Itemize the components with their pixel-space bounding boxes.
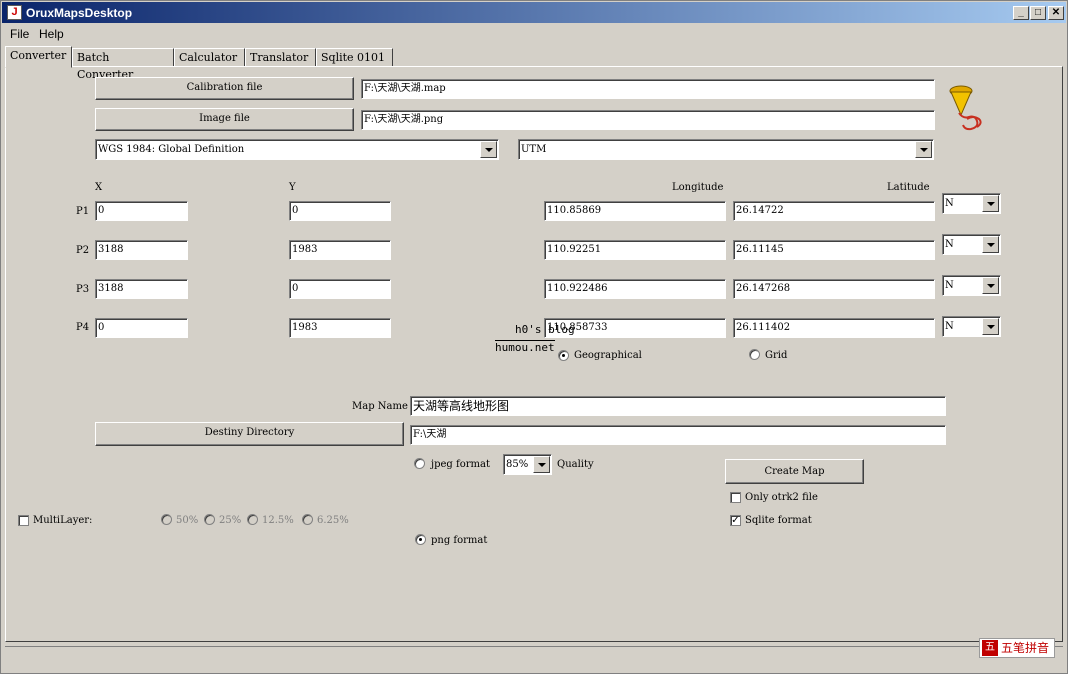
tab-translator[interactable]: Translator [245, 48, 316, 67]
jpeg-format-radio[interactable] [414, 458, 425, 469]
p1-y-field[interactable]: 0 [289, 201, 391, 221]
p4-latitude-field[interactable]: 26.111402 [733, 318, 935, 338]
tab-batch-converter[interactable]: Batch Converter [72, 48, 174, 81]
geographical-radio[interactable] [558, 350, 569, 361]
point-label: P3 [76, 284, 90, 295]
layer-50-radio[interactable] [161, 514, 172, 525]
p2-latitude-field[interactable]: 26.11145 [733, 240, 935, 260]
tab-calculator[interactable]: Calculator [174, 48, 245, 67]
png-format-radio[interactable] [415, 534, 426, 545]
status-bar [5, 646, 1063, 670]
destiny-path-field[interactable]: F:\天湖 [410, 425, 946, 445]
x-header: X [95, 182, 103, 193]
only-otrk2-label: Only otrk2 file [745, 492, 818, 503]
tab-converter[interactable]: Converter [5, 46, 72, 68]
image-file-button[interactable]: Image file [95, 108, 354, 131]
chevron-down-icon[interactable] [982, 195, 999, 212]
chevron-down-icon[interactable] [982, 318, 999, 335]
p2-x-field[interactable]: 3188 [95, 240, 188, 260]
p3-longitude-field[interactable]: 110.922486 [544, 279, 726, 299]
map-name-label: Map Name [352, 401, 408, 412]
y-header: Y [289, 182, 296, 193]
ime-label: 五笔拼音 [1001, 641, 1050, 655]
grid-radio[interactable] [749, 349, 760, 360]
minimize-button[interactable]: _ [1013, 6, 1029, 20]
menu-bar: File Help [2, 24, 1066, 43]
map-name-field[interactable]: 天湖等高线地形图 [410, 396, 946, 416]
png-format-label: png format [431, 535, 488, 546]
datum-select[interactable]: WGS 1984: Global Definition [95, 139, 499, 160]
p2-hemisphere-value: N [945, 239, 954, 250]
chevron-down-icon[interactable] [533, 456, 550, 473]
p3-x-field[interactable]: 3188 [95, 279, 188, 299]
menu-file[interactable]: File [10, 27, 29, 41]
p2-longitude-field[interactable]: 110.92251 [544, 240, 726, 260]
longitude-header: Longitude [672, 182, 724, 193]
window-title: OruxMapsDesktop [26, 6, 133, 20]
p3-hemisphere-select[interactable]: N [942, 275, 1001, 296]
p1-hemisphere-value: N [945, 198, 954, 209]
geographical-label: Geographical [574, 350, 642, 361]
ime-indicator[interactable]: 五五笔拼音 [979, 638, 1055, 658]
p2-hemisphere-select[interactable]: N [942, 234, 1001, 255]
projection-value: UTM [521, 144, 547, 155]
tab-sqlite[interactable]: Sqlite 0101 [316, 48, 393, 67]
chevron-down-icon[interactable] [982, 277, 999, 294]
layer-12-5-label: 12.5% [262, 515, 294, 526]
grid-label: Grid [765, 350, 788, 361]
oruxmaps-logo-icon [949, 85, 982, 131]
create-map-button[interactable]: Create Map [725, 459, 864, 484]
p1-x-field[interactable]: 0 [95, 201, 188, 221]
p4-hemisphere-select[interactable]: N [942, 316, 1001, 337]
title-bar[interactable]: J OruxMapsDesktop _ □ ✕ [2, 2, 1066, 23]
layer-25-label: 25% [219, 515, 242, 526]
jpeg-format-label: jpeg format [431, 459, 490, 470]
datum-value: WGS 1984: Global Definition [98, 144, 245, 155]
only-otrk2-checkbox[interactable] [730, 492, 741, 503]
watermark-line1: h0's blog [515, 323, 575, 336]
java-app-icon: J [7, 5, 22, 20]
layer-6-25-radio[interactable] [302, 514, 313, 525]
chevron-down-icon[interactable] [915, 141, 932, 158]
projection-select[interactable]: UTM [518, 139, 934, 160]
layer-50-label: 50% [176, 515, 199, 526]
menu-help[interactable]: Help [39, 27, 64, 41]
p3-latitude-field[interactable]: 26.147268 [733, 279, 935, 299]
quality-select[interactable]: 85% [503, 454, 552, 475]
p4-x-field[interactable]: 0 [95, 318, 188, 338]
quality-value: 85% [506, 459, 529, 470]
maximize-button[interactable]: □ [1030, 6, 1046, 20]
calibration-path-field[interactable]: F:\天湖\天湖.map [361, 79, 935, 99]
point-label: P4 [76, 322, 90, 333]
layer-25-radio[interactable] [204, 514, 215, 525]
image-path-field[interactable]: F:\天湖\天湖.png [361, 110, 935, 130]
p2-y-field[interactable]: 1983 [289, 240, 391, 260]
p4-y-field[interactable]: 1983 [289, 318, 391, 338]
app-window: J OruxMapsDesktop _ □ ✕ File Help Conver… [0, 0, 1068, 674]
chevron-down-icon[interactable] [480, 141, 497, 158]
p1-hemisphere-select[interactable]: N [942, 193, 1001, 214]
close-button[interactable]: ✕ [1048, 6, 1064, 20]
multilayer-checkbox[interactable] [18, 515, 29, 526]
calibration-file-button[interactable]: Calibration file [95, 77, 354, 100]
multilayer-label: MultiLayer: [33, 515, 93, 526]
point-label: P1 [76, 206, 90, 217]
point-label: P2 [76, 245, 90, 256]
sqlite-format-label: Sqlite format [745, 515, 812, 526]
ime-logo-icon: 五 [982, 640, 998, 656]
p3-hemisphere-value: N [945, 280, 954, 291]
latitude-header: Latitude [887, 182, 930, 193]
watermark-line2: humou.net [495, 340, 555, 354]
destiny-directory-button[interactable]: Destiny Directory [95, 422, 404, 446]
p1-longitude-field[interactable]: 110.85869 [544, 201, 726, 221]
p3-y-field[interactable]: 0 [289, 279, 391, 299]
sqlite-format-checkbox[interactable]: ✓ [730, 515, 741, 526]
quality-label: Quality [557, 459, 594, 470]
p1-latitude-field[interactable]: 26.14722 [733, 201, 935, 221]
chevron-down-icon[interactable] [982, 236, 999, 253]
p4-hemisphere-value: N [945, 321, 954, 332]
layer-12-5-radio[interactable] [247, 514, 258, 525]
layer-6-25-label: 6.25% [317, 515, 349, 526]
